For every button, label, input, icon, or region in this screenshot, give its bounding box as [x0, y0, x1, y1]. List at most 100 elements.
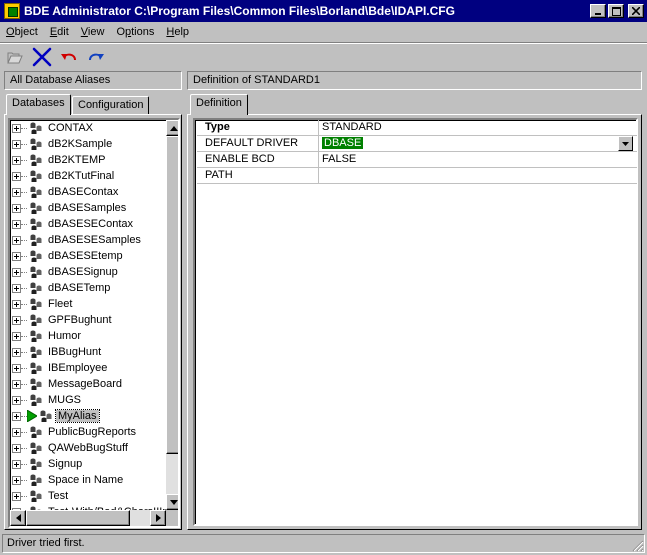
grid-row-enable-bcd[interactable]: ENABLE BCD FALSE	[197, 152, 637, 168]
selected-driver-value[interactable]: DBASE	[322, 137, 364, 149]
tree-item[interactable]: dB2KSample	[10, 136, 166, 152]
expand-icon[interactable]	[12, 123, 21, 133]
scroll-right-button[interactable]	[150, 510, 166, 526]
expand-icon[interactable]	[12, 491, 21, 501]
expand-icon[interactable]	[12, 427, 21, 437]
expand-icon[interactable]	[12, 219, 21, 229]
expand-icon[interactable]	[12, 315, 21, 325]
definition-grid[interactable]: Type STANDARD DEFAULT DRIVER DBASE ENABL…	[193, 118, 638, 526]
scroll-down-button[interactable]	[166, 494, 178, 510]
expand-icon[interactable]	[12, 283, 21, 293]
expand-icon[interactable]	[12, 267, 21, 277]
database-alias-icon	[30, 234, 42, 246]
tree-item[interactable]: Signup	[10, 456, 166, 472]
tree-item[interactable]: dB2KTutFinal	[10, 168, 166, 184]
menu-view[interactable]: View	[75, 26, 111, 38]
arrow-right-icon	[155, 514, 161, 522]
tree-item[interactable]: MUGS	[10, 392, 166, 408]
expand-icon[interactable]	[12, 187, 21, 197]
open-button[interactable]	[3, 46, 27, 68]
tree-item[interactable]: dB2KTEMP	[10, 152, 166, 168]
horizontal-scroll-thumb[interactable]	[26, 510, 130, 526]
expand-icon[interactable]	[12, 459, 21, 469]
grid-row-type[interactable]: Type STANDARD	[197, 120, 637, 136]
tree-item[interactable]: Test	[10, 488, 166, 504]
tree-item[interactable]: MessageBoard	[10, 376, 166, 392]
vertical-scroll-thumb[interactable]	[166, 136, 178, 454]
tree-item[interactable]: dBASEContax	[10, 184, 166, 200]
tree-connector	[21, 399, 27, 401]
expand-icon[interactable]	[12, 347, 21, 357]
expand-icon[interactable]	[12, 235, 21, 245]
expand-icon[interactable]	[12, 395, 21, 405]
tree-item[interactable]: dBASESEtemp	[10, 248, 166, 264]
undo-icon	[61, 53, 76, 60]
menu-edit[interactable]: Edit	[44, 26, 75, 38]
expand-icon[interactable]	[12, 363, 21, 373]
tree-item[interactable]: IBEmployee	[10, 360, 166, 376]
resize-grip-icon[interactable]	[630, 538, 644, 552]
alias-tree[interactable]: CONTAX dB2KSample dB2KTEMP dB2KTutFinal dBAS…	[8, 118, 180, 528]
tab-configuration[interactable]: Configuration	[72, 96, 150, 114]
expand-icon[interactable]	[12, 155, 21, 165]
database-alias-icon	[30, 362, 42, 374]
delete-button[interactable]	[30, 46, 54, 68]
undo-button[interactable]	[57, 46, 81, 68]
expand-icon[interactable]	[12, 379, 21, 389]
tree-item[interactable]: Space in Name	[10, 472, 166, 488]
expand-icon[interactable]	[12, 411, 21, 421]
database-alias-icon	[40, 410, 52, 422]
tree-item[interactable]: dBASETemp	[10, 280, 166, 296]
menu-help[interactable]: Help	[160, 26, 195, 38]
minimize-button[interactable]	[590, 4, 606, 18]
grid-value: FALSE	[322, 153, 357, 165]
tree-item[interactable]: Humor	[10, 328, 166, 344]
tree-item[interactable]: dBASESignup	[10, 264, 166, 280]
scroll-left-button[interactable]	[10, 510, 26, 526]
scroll-up-button[interactable]	[166, 120, 178, 136]
redo-button[interactable]	[84, 46, 108, 68]
tree-item[interactable]: PublicBugReports	[10, 424, 166, 440]
tree-connector	[21, 303, 27, 305]
driver-dropdown-button[interactable]	[618, 136, 633, 151]
tree-item[interactable]: Fleet	[10, 296, 166, 312]
grid-value[interactable]	[319, 168, 637, 183]
database-alias-icon	[30, 202, 42, 214]
grid-key: PATH	[197, 168, 319, 183]
expand-icon[interactable]	[12, 251, 21, 261]
expand-icon[interactable]	[12, 475, 21, 485]
tab-definition[interactable]: Definition	[190, 94, 248, 115]
database-alias-icon	[30, 378, 42, 390]
tree-item[interactable]: dBASESEContax	[10, 216, 166, 232]
tree-connector	[21, 271, 27, 273]
tree-item[interactable]: MyAlias	[10, 408, 166, 424]
scrollbar-corner	[166, 510, 178, 526]
database-alias-icon	[30, 394, 42, 406]
grid-row-default-driver[interactable]: DEFAULT DRIVER DBASE	[197, 136, 637, 152]
expand-icon[interactable]	[12, 203, 21, 213]
tree-item[interactable]: dBASESESamples	[10, 232, 166, 248]
database-alias-icon	[30, 474, 42, 486]
tree-item[interactable]: QAWebBugStuff	[10, 440, 166, 456]
default-driver-combo[interactable]: DBASE	[319, 136, 637, 151]
tab-databases[interactable]: Databases	[6, 94, 71, 115]
expand-icon[interactable]	[12, 443, 21, 453]
maximize-button[interactable]	[608, 4, 624, 18]
close-button[interactable]	[628, 4, 644, 18]
menu-options[interactable]: Options	[110, 26, 160, 38]
expand-icon[interactable]	[12, 299, 21, 309]
tree-item[interactable]: dBASESamples	[10, 200, 166, 216]
grid-row-path[interactable]: PATH	[197, 168, 637, 184]
expand-icon[interactable]	[12, 139, 21, 149]
tree-connector	[21, 175, 27, 177]
expand-icon[interactable]	[12, 331, 21, 341]
expand-icon[interactable]	[12, 171, 21, 181]
tree-item[interactable]: IBBugHunt	[10, 344, 166, 360]
tree-item-label: dBASESamples	[48, 202, 127, 214]
menu-object[interactable]: Object	[0, 26, 44, 38]
tree-item[interactable]: GPFBughunt	[10, 312, 166, 328]
tree-item[interactable]: CONTAX	[10, 120, 166, 136]
app-icon[interactable]	[4, 3, 20, 19]
title-bar[interactable]: BDE Administrator C:\Program Files\Commo…	[0, 0, 647, 22]
database-alias-icon	[30, 154, 42, 166]
